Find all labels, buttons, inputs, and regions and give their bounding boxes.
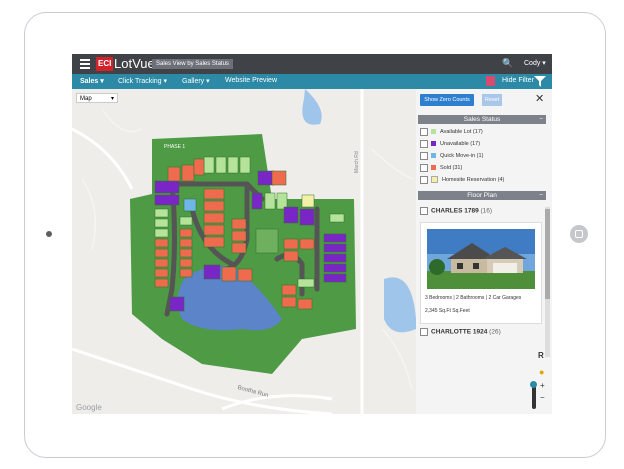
calendar-icon[interactable]	[486, 76, 495, 86]
view-title: Sales View by Sales Status	[152, 59, 233, 69]
nav-bar: Sales ▾ Click Tracking ▾ Gallery ▾ Websi…	[72, 74, 552, 89]
menu-icon[interactable]	[80, 59, 90, 69]
rotate-control[interactable]: R	[538, 351, 544, 360]
swatch-icon	[431, 141, 436, 147]
road-label-march: March Rd	[354, 151, 360, 173]
quick-move-in-lot[interactable]	[183, 198, 197, 212]
checkbox[interactable]	[420, 328, 428, 336]
logo-name: LotVue	[114, 56, 155, 71]
status-sold[interactable]: Sold (31)	[420, 163, 462, 173]
swatch-icon	[431, 129, 436, 135]
house-photo	[427, 229, 535, 289]
collapse-icon[interactable]: −	[539, 191, 543, 200]
show-zero-counts-button[interactable]: Show Zero Counts	[420, 94, 474, 106]
swatch-icon	[431, 165, 436, 171]
panel-scrollbar[interactable]	[545, 207, 550, 357]
checkbox[interactable]	[420, 175, 428, 184]
nav-click-tracking[interactable]: Click Tracking ▾	[118, 77, 167, 85]
zoom-control[interactable]: + −	[530, 379, 548, 411]
checkbox[interactable]	[420, 139, 428, 148]
google-watermark: Google	[76, 403, 102, 412]
swatch-icon	[431, 153, 436, 159]
map-type-select[interactable]: Map	[76, 93, 118, 104]
nav-website-preview[interactable]: Website Preview	[225, 77, 277, 84]
checkbox[interactable]	[420, 127, 428, 136]
swatch-icon	[431, 176, 438, 184]
checkbox[interactable]	[420, 151, 428, 160]
tablet-camera	[46, 231, 52, 237]
collapse-icon[interactable]: −	[539, 115, 543, 124]
logo-badge: ECI	[96, 57, 114, 71]
reserved-lot[interactable]	[301, 194, 315, 208]
phase-label: PHASE 1	[164, 144, 186, 150]
status-available[interactable]: Available Lot (17)	[420, 127, 483, 137]
sales-status-header[interactable]: Sales Status −	[418, 115, 546, 124]
user-menu[interactable]: Cody ▾	[524, 59, 546, 67]
nav-gallery[interactable]: Gallery ▾	[182, 77, 210, 85]
filter-panel: Show Zero Counts Reset ✕ Sales Status − …	[416, 89, 552, 414]
app-screen: ECI LotVue Sales View by Sales Status 🔍 …	[72, 54, 552, 414]
plan-specs: 3 Bedrooms | 2 Bathrooms | 2 Car Garages	[425, 295, 522, 301]
status-unavailable[interactable]: Unavailable (17)	[420, 139, 480, 149]
plan-charles[interactable]: CHARLES 1789 (16)	[420, 207, 492, 215]
site-map[interactable]: Map PHASE 1 March Rd Bootha Run Google	[72, 89, 416, 414]
plan-charlotte[interactable]: CHARLOTTE 1924 (26)	[420, 328, 501, 336]
plan-card[interactable]: 3 Bedrooms | 2 Bathrooms | 2 Car Garages…	[420, 222, 542, 324]
hide-filter-button[interactable]: Hide Filter	[502, 77, 534, 84]
checkbox[interactable]	[420, 163, 428, 172]
plan-sqft: 2,345 Sq.Ft Sq.Feet	[425, 308, 470, 314]
floor-plan-header[interactable]: Floor Plan −	[418, 191, 546, 200]
status-quick-move-in[interactable]: Quick Move-in (1)	[420, 151, 483, 161]
pegman-icon[interactable]: ●	[539, 367, 544, 377]
home-button[interactable]	[570, 225, 588, 243]
sales-status-title: Sales Status	[463, 116, 501, 123]
floor-plan-title: Floor Plan	[467, 192, 497, 199]
checkbox[interactable]	[420, 207, 428, 215]
search-icon[interactable]: 🔍	[502, 58, 513, 69]
zoom-out-button[interactable]: −	[540, 393, 545, 402]
top-bar: ECI LotVue Sales View by Sales Status 🔍 …	[72, 54, 552, 74]
filter-icon[interactable]	[534, 76, 546, 87]
status-homesite-reservation[interactable]: Homesite Reservation (4)	[420, 175, 504, 185]
close-icon[interactable]: ✕	[535, 92, 544, 105]
site-plan-image	[72, 89, 416, 414]
reset-button[interactable]: Reset	[482, 94, 502, 106]
zoom-in-button[interactable]: +	[540, 381, 545, 390]
nav-sales[interactable]: Sales ▾	[80, 77, 104, 85]
